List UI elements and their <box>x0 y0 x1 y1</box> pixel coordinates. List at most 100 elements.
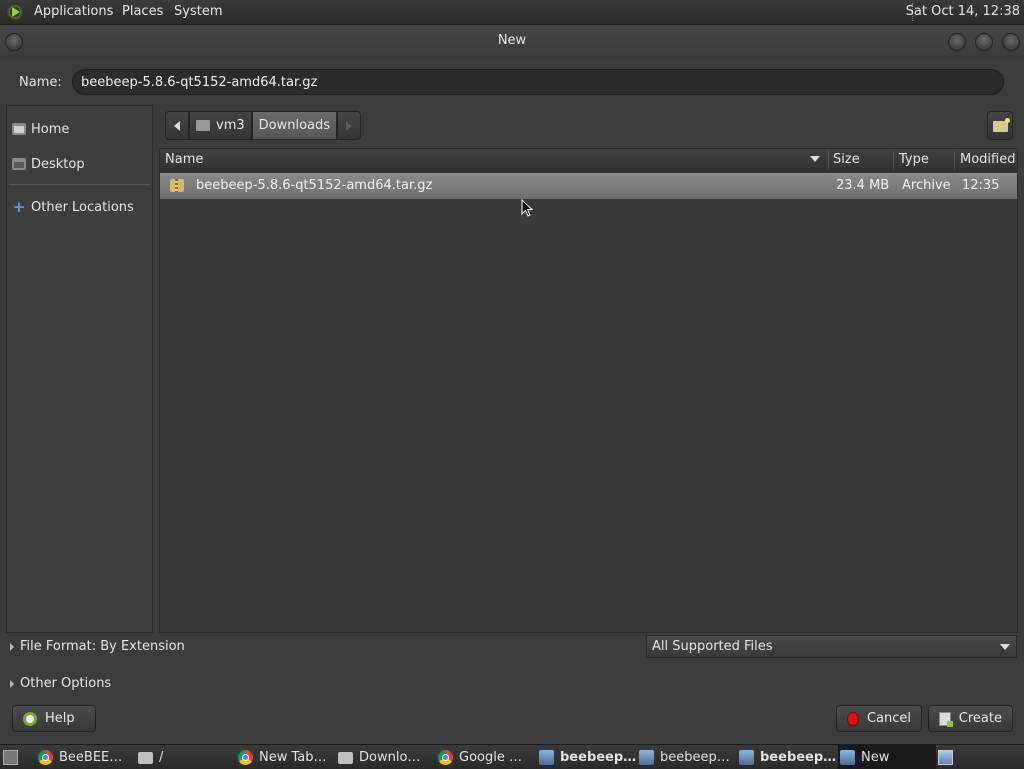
file-modified: 12:35 <box>962 178 1000 193</box>
column-separator <box>954 151 955 169</box>
taskbar-item[interactable]: Downlo… <box>338 745 435 769</box>
filter-selected-value: All Supported Files <box>652 639 773 654</box>
close-button[interactable] <box>1002 33 1020 51</box>
file-name: beebeep-5.8.6-qt5152-amd64.tar.gz <box>196 178 433 193</box>
window-title: New <box>497 33 527 48</box>
path-forward-button[interactable] <box>337 111 362 140</box>
show-desktop-button[interactable] <box>3 745 25 769</box>
taskbar-item[interactable]: BeeBEE… <box>38 745 133 769</box>
create-button[interactable]: Create <box>928 705 1013 732</box>
mouse-cursor-icon <box>521 199 533 217</box>
sidebar-item-home[interactable]: Home <box>12 119 69 139</box>
file-list[interactable]: Name Size Type Modified beebeep-5.8.6-qt… <box>159 148 1018 633</box>
taskbar-item-label: beebeep… <box>560 749 636 765</box>
workspace-switcher[interactable] <box>938 745 958 769</box>
workspace-icon <box>938 749 953 765</box>
folder-icon <box>138 752 153 764</box>
path-segment-label: vm3 <box>216 118 245 133</box>
top-panel: Applications Places System Sat Oct 14, 1… <box>0 0 1024 25</box>
taskbar: BeeBEE… / New Tab… Downlo… Google … beeb… <box>0 744 1024 769</box>
other-options-expander[interactable]: Other Options <box>10 676 111 691</box>
file-size: 23.4 MB <box>836 178 890 193</box>
column-header-modified[interactable]: Modified <box>960 152 1015 167</box>
minimize-button[interactable] <box>948 33 966 51</box>
mate-logo-icon[interactable] <box>6 3 24 21</box>
sidebar-item-desktop[interactable]: Desktop <box>12 154 85 174</box>
taskbar-item-label: Google … <box>459 749 522 765</box>
home-folder-icon <box>12 123 26 135</box>
chevron-left-icon <box>174 120 180 131</box>
table-row[interactable]: beebeep-5.8.6-qt5152-amd64.tar.gz 23.4 M… <box>160 173 1017 199</box>
taskbar-item-label: Downlo… <box>359 749 421 765</box>
dropdown-arrow-icon <box>1000 644 1010 650</box>
chevron-right-icon <box>346 120 353 131</box>
places-sidebar: Home Desktop + Other Locations <box>6 105 153 633</box>
archive-file-icon <box>170 179 184 192</box>
sidebar-item-label: Home <box>31 121 70 137</box>
taskbar-item-label: BeeBEE… <box>59 749 123 765</box>
app-window-icon <box>539 749 554 765</box>
column-header-name[interactable]: Name <box>165 152 203 167</box>
cancel-button-label: Cancel <box>866 711 911 726</box>
chrome-icon <box>238 749 253 765</box>
other-options-label: Other Options <box>20 676 112 691</box>
help-button[interactable]: Help <box>12 705 96 732</box>
column-header-size[interactable]: Size <box>833 152 860 167</box>
file-filter-dropdown[interactable]: All Supported Files <box>646 635 1017 658</box>
create-document-icon <box>939 711 953 727</box>
name-label: Name: <box>19 75 62 90</box>
path-back-button[interactable] <box>165 111 189 140</box>
cancel-icon <box>847 711 859 726</box>
file-type: Archive <box>902 178 951 193</box>
taskbar-item[interactable]: beebeep… <box>639 745 736 769</box>
column-header-type[interactable]: Type <box>899 152 929 167</box>
taskbar-item[interactable]: Google … <box>438 745 535 769</box>
path-segment-downloads[interactable]: Downloads <box>251 111 338 140</box>
taskbar-item-label: New Tab… <box>259 749 327 765</box>
sidebar-separator <box>9 184 150 185</box>
clock[interactable]: Sat Oct 14, 12:38 <box>906 4 1020 19</box>
column-separator <box>893 151 894 169</box>
sidebar-item-label: Other Locations <box>31 199 134 215</box>
create-button-label: Create <box>958 711 1002 726</box>
file-format-expander[interactable]: File Format: By Extension <box>10 639 185 654</box>
taskbar-item[interactable]: beebeep… <box>539 745 636 769</box>
taskbar-item[interactable]: New Tab… <box>238 745 335 769</box>
app-window-icon <box>739 749 754 765</box>
desktop-folder-icon <box>12 158 26 170</box>
file-format-label: File Format: By Extension <box>20 639 185 654</box>
path-segment-label: Downloads <box>258 118 331 133</box>
sidebar-item-other-locations[interactable]: + Other Locations <box>12 197 134 217</box>
chrome-icon <box>38 749 53 765</box>
taskbar-item-label: New <box>861 749 890 765</box>
path-segment-vm3[interactable]: vm3 <box>189 111 252 140</box>
app-window-icon <box>840 749 855 765</box>
app-window-icon <box>639 749 654 765</box>
taskbar-item[interactable]: / <box>138 745 233 769</box>
path-bar: vm3 Downloads <box>165 111 362 140</box>
help-button-label: Help <box>45 711 75 726</box>
expander-arrow-icon <box>10 679 14 688</box>
maximize-button[interactable] <box>975 33 993 51</box>
places-menu[interactable]: Places <box>122 4 163 19</box>
system-menu[interactable]: System <box>174 4 222 19</box>
window-titlebar[interactable]: New <box>0 25 1024 58</box>
help-lifebuoy-icon <box>23 711 37 726</box>
applications-menu[interactable]: Applications <box>34 4 113 19</box>
expander-arrow-icon <box>10 642 14 651</box>
create-folder-button[interactable] <box>987 111 1013 140</box>
taskbar-item-active[interactable]: New <box>838 745 936 769</box>
taskbar-item[interactable]: beebeep… <box>739 745 836 769</box>
column-separator <box>828 151 829 169</box>
taskbar-item-label: beebeep… <box>760 749 836 765</box>
new-folder-icon <box>993 118 1010 132</box>
list-header: Name Size Type Modified <box>160 149 1017 172</box>
filename-input[interactable] <box>72 69 1004 95</box>
home-folder-icon <box>196 120 210 131</box>
folder-icon <box>338 752 353 764</box>
sort-descending-icon <box>810 156 820 162</box>
taskbar-item-label: / <box>159 749 164 765</box>
sidebar-item-label: Desktop <box>31 156 85 172</box>
cancel-button[interactable]: Cancel <box>836 705 922 732</box>
show-desktop-icon <box>3 749 18 765</box>
